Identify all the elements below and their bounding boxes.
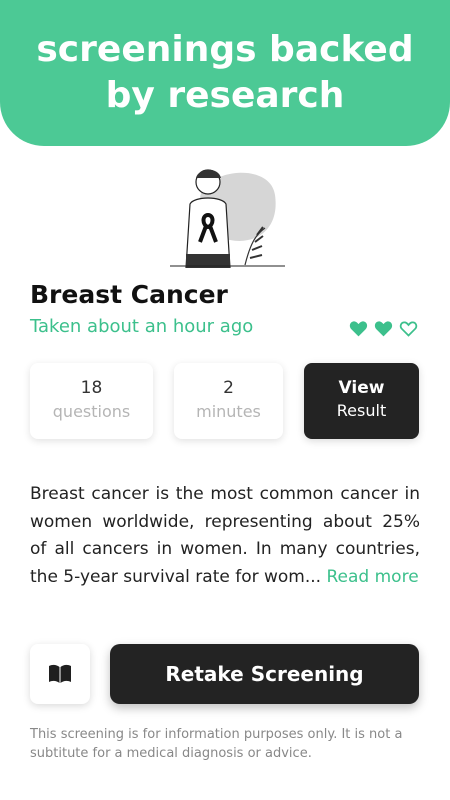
questions-stat-card: 18 questions bbox=[30, 363, 153, 439]
taken-time: Taken about an hour ago bbox=[30, 316, 254, 337]
heart-outline-icon bbox=[399, 321, 418, 337]
book-icon bbox=[49, 664, 71, 683]
heart-filled-icon bbox=[374, 321, 393, 337]
view-result-line2: Result bbox=[336, 401, 387, 420]
retake-screening-button[interactable]: Retake Screening bbox=[110, 644, 419, 704]
heart-filled-icon bbox=[349, 321, 368, 337]
view-result-button[interactable]: View Result bbox=[304, 363, 419, 439]
minutes-stat-card: 2 minutes bbox=[174, 363, 283, 439]
banner-text: screenings backed by research bbox=[36, 29, 414, 116]
awareness-ribbon-illustration bbox=[170, 169, 285, 268]
rating-hearts bbox=[348, 318, 419, 339]
disclaimer-text: This screening is for information purpos… bbox=[30, 727, 403, 761]
questions-count: 18 bbox=[80, 378, 103, 398]
learn-more-button[interactable] bbox=[30, 644, 90, 704]
description: Breast cancer is the most common cancer … bbox=[30, 481, 420, 591]
header-banner: screenings backed by research bbox=[0, 0, 450, 146]
questions-label: questions bbox=[52, 402, 131, 421]
view-result-line1: View bbox=[338, 378, 385, 398]
test-title: Breast Cancer bbox=[30, 280, 228, 309]
read-more-link[interactable]: Read more bbox=[327, 567, 419, 587]
minutes-count: 2 bbox=[223, 378, 234, 398]
minutes-label: minutes bbox=[196, 402, 261, 421]
